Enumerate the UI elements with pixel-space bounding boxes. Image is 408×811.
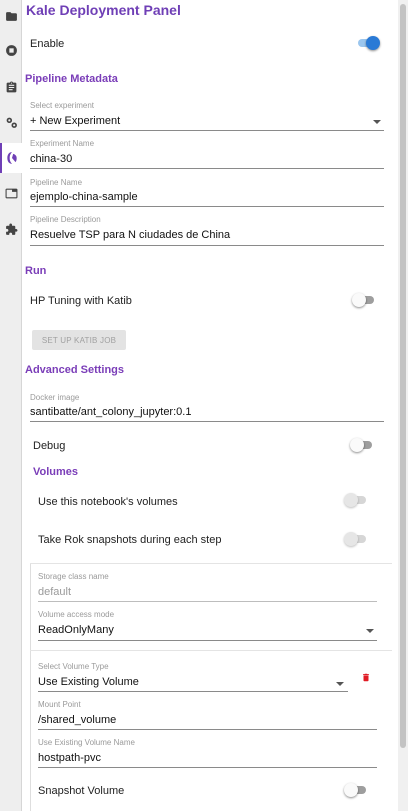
run-heading: Run <box>25 265 47 277</box>
experiment-select-label: Select experiment <box>30 101 95 110</box>
rok-snapshots-label: Take Rok snapshots during each step <box>38 534 222 546</box>
volume-type-underline <box>38 691 348 692</box>
hp-tuning-label: HP Tuning with Katib <box>30 295 132 307</box>
pipeline-name-underline <box>30 206 384 207</box>
experiment-name-underline <box>30 168 384 169</box>
experiment-select-underline <box>30 130 384 131</box>
running-icon[interactable] <box>4 43 18 57</box>
volume-type-select[interactable]: Use Existing Volume <box>38 676 139 688</box>
chevron-down-icon[interactable] <box>373 120 381 124</box>
existing-volume-name-input[interactable]: hostpath-pvc <box>38 752 101 764</box>
experiment-name-label: Experiment Name <box>30 139 95 148</box>
snapshot-volume-toggle[interactable] <box>344 783 368 797</box>
enable-toggle[interactable] <box>356 36 380 50</box>
panel-title: Kale Deployment Panel <box>26 2 181 18</box>
chevron-down-icon[interactable] <box>336 682 344 686</box>
storage-class-label: Storage class name <box>38 572 109 581</box>
snapshot-volume-label: Snapshot Volume <box>38 785 125 797</box>
kale-icon[interactable] <box>0 143 22 173</box>
pipeline-description-underline <box>30 245 384 246</box>
enable-label: Enable <box>30 38 65 50</box>
folder-icon[interactable] <box>4 9 18 23</box>
storage-class-underline <box>38 601 377 602</box>
access-mode-label: Volume access mode <box>38 610 115 619</box>
existing-volume-name-label: Use Existing Volume Name <box>38 738 135 747</box>
storage-class-input[interactable]: default <box>38 586 71 598</box>
mount-point-input[interactable]: /shared_volume <box>38 714 116 726</box>
mount-point-label: Mount Point <box>38 700 81 709</box>
katib-setup-button[interactable]: SET UP KATIB JOB <box>32 330 126 350</box>
pipeline-description-label: Pipeline Description <box>30 215 101 224</box>
experiment-name-input[interactable]: china-30 <box>30 153 72 165</box>
existing-volume-name-underline <box>38 767 377 768</box>
advanced-settings-heading: Advanced Settings <box>25 364 125 376</box>
commands-icon[interactable] <box>4 80 18 94</box>
pipeline-description-input[interactable]: Resuelve TSP para N ciudades de China <box>30 229 230 241</box>
activity-bar <box>0 0 22 811</box>
extension-icon[interactable] <box>4 222 18 236</box>
access-mode-select[interactable]: ReadOnlyMany <box>38 624 114 636</box>
access-mode-underline <box>38 640 377 641</box>
rok-snapshots-toggle[interactable] <box>344 532 368 546</box>
volume-type-label: Select Volume Type <box>38 662 109 671</box>
notebook-volumes-toggle[interactable] <box>344 493 368 507</box>
settings-icon[interactable] <box>4 115 18 129</box>
delete-icon[interactable] <box>361 670 371 688</box>
volumes-heading: Volumes <box>33 466 79 478</box>
pipeline-name-input[interactable]: ejemplo-china-sample <box>30 191 138 203</box>
debug-label: Debug <box>33 440 66 452</box>
tabs-icon[interactable] <box>4 186 18 200</box>
docker-image-underline <box>30 421 384 422</box>
hp-tuning-toggle[interactable] <box>352 293 376 307</box>
debug-toggle[interactable] <box>350 438 374 452</box>
volume-divider-middle <box>30 650 392 651</box>
pipeline-metadata-heading: Pipeline Metadata <box>25 73 118 85</box>
chevron-down-icon[interactable] <box>366 629 374 633</box>
pipeline-name-label: Pipeline Name <box>30 178 83 187</box>
notebook-volumes-label: Use this notebook's volumes <box>38 496 178 508</box>
docker-image-label: Docker image <box>30 393 80 402</box>
mount-point-underline <box>38 729 377 730</box>
volume-group-border <box>30 563 31 811</box>
volume-divider-top <box>30 563 392 564</box>
experiment-select-value[interactable]: + New Experiment <box>30 115 120 127</box>
scrollbar-thumb[interactable] <box>400 4 406 748</box>
kale-deployment-panel: Kale Deployment Panel Enable Pipeline Me… <box>22 0 398 811</box>
docker-image-input[interactable]: santibatte/ant_colony_jupyter:0.1 <box>30 406 191 418</box>
